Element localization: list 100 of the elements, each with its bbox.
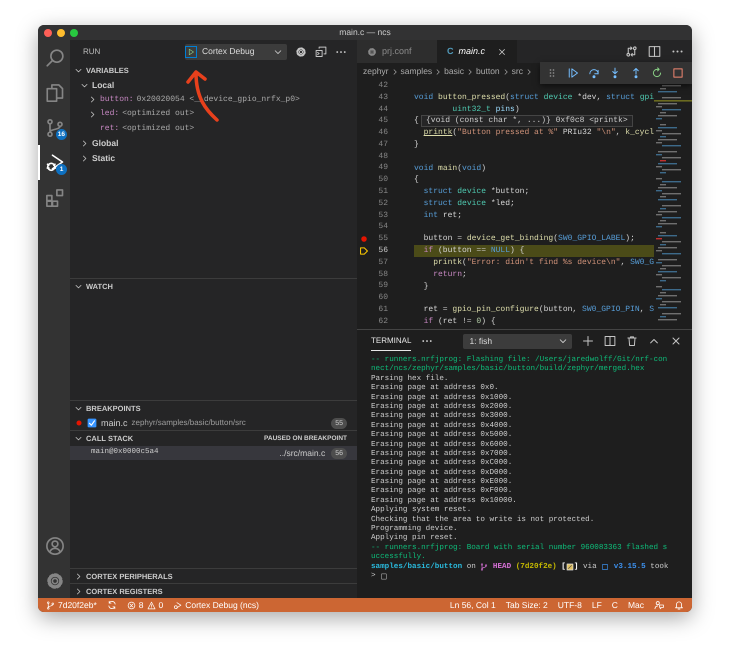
code-line: struct device *button;: [422, 186, 530, 198]
search-icon[interactable]: [45, 48, 65, 68]
line-number: 59: [377, 280, 388, 292]
branch-icon: [46, 600, 55, 610]
breakpoint-dot-icon[interactable]: [360, 235, 368, 244]
editor-tab[interactable]: C main.c: [437, 40, 517, 63]
zoom-button[interactable]: [70, 28, 78, 36]
chevron-right-icon[interactable]: [80, 154, 89, 163]
breadcrumb-item[interactable]: button: [476, 65, 500, 78]
code-line: void button_pressed(struct device *dev, struct gpi: [414, 92, 654, 104]
status-item[interactable]: Ln 56, Col 1: [450, 598, 496, 612]
code-line: }: [414, 138, 419, 151]
line-number: 50: [377, 174, 388, 186]
chevron-down-icon[interactable]: [74, 66, 83, 75]
line-number: 54: [377, 221, 388, 234]
terminal-select[interactable]: 1: fish: [463, 334, 572, 348]
checkbox[interactable]: [87, 418, 97, 428]
step-over-icon[interactable]: [588, 67, 600, 79]
bell-icon[interactable]: [674, 600, 684, 610]
code-line: button = device_get_binding(SW0_GPIO_LABEL);: [422, 233, 635, 246]
console-icon[interactable]: [315, 46, 327, 58]
debug-status[interactable]: Cortex Debug (ncs): [173, 598, 259, 612]
status-item[interactable]: C: [612, 598, 618, 612]
breadcrumb-item[interactable]: src: [512, 65, 523, 78]
account-icon[interactable]: [45, 536, 65, 556]
breadcrumb-item[interactable]: basic: [444, 65, 464, 78]
chevron-right-icon[interactable]: [88, 95, 97, 104]
settings-icon[interactable]: [295, 46, 307, 58]
chevron-down-icon[interactable]: [74, 404, 83, 413]
code-line: int ret;: [422, 210, 462, 222]
blocks-icon[interactable]: [45, 188, 65, 208]
compare-icon[interactable]: [625, 45, 638, 58]
play-icon: [185, 46, 197, 58]
chevron-right-icon: [502, 68, 510, 76]
code-line: printk("Button pressed at %" PRIu32 "\n", k_cycl: [422, 127, 654, 139]
trash-icon[interactable]: [626, 335, 638, 347]
chevron-down-icon[interactable]: [74, 282, 83, 291]
chevron-right-icon[interactable]: [74, 572, 83, 581]
warning-icon: [146, 600, 156, 610]
files-icon[interactable]: [45, 82, 65, 102]
play-bug-icon[interactable]: [45, 152, 65, 172]
chevron-right-icon[interactable]: [88, 110, 97, 119]
window-title: main.c — ncs: [338, 26, 392, 39]
chevron-right-icon[interactable]: [80, 139, 89, 148]
line-number: 60: [377, 292, 388, 304]
text-cursor: [380, 572, 387, 582]
branch-icon[interactable]: [45, 118, 65, 138]
launch-config-dropdown[interactable]: Cortex Debug: [185, 44, 287, 60]
settings-icon: [367, 46, 377, 56]
restart-icon[interactable]: [651, 67, 663, 79]
line-number: 53: [377, 210, 388, 222]
file-type-icon: C: [447, 44, 454, 58]
split-terminal-icon[interactable]: [604, 335, 616, 347]
panel-title: RUN: [83, 46, 100, 58]
breadcrumb-item[interactable]: zephyr: [363, 65, 389, 78]
code-line: return;: [432, 268, 467, 281]
panel-tab[interactable]: TERMINAL: [371, 332, 412, 350]
feedback-icon[interactable]: [654, 600, 664, 610]
status-item[interactable]: LF: [592, 598, 602, 612]
sync-icon[interactable]: [106, 600, 117, 610]
line-number: 46: [377, 127, 388, 140]
split-editor-icon[interactable]: [648, 45, 661, 58]
problems-status[interactable]: 8 0: [126, 598, 164, 612]
editor-tab[interactable]: prj.conf: [357, 40, 437, 63]
plus-icon[interactable]: [582, 335, 594, 347]
branch-icon: [480, 563, 488, 572]
line-number: 42: [377, 80, 388, 92]
close-icon[interactable]: [670, 335, 682, 347]
code-line: ret = gpio_pin_configure(button, SW0_GPIO_PIN, S: [422, 304, 654, 316]
file-path: zephyr/samples/basic/button/src: [132, 417, 246, 430]
chevron-right-icon: [434, 68, 442, 76]
status-item[interactable]: UTF-8: [558, 598, 582, 612]
scope-name[interactable]: Global: [92, 137, 118, 150]
variable-value: <optimized out>: [122, 123, 194, 136]
line-number: 51: [377, 186, 388, 198]
status-item[interactable]: Tab Size: 2: [506, 598, 548, 612]
chevron-down-icon[interactable]: [74, 434, 83, 443]
code-line: struct device *led;: [422, 198, 515, 210]
line-number: 45: [377, 115, 388, 128]
scope-name[interactable]: Static: [92, 152, 116, 165]
file-name: main.c: [101, 416, 128, 430]
code-line: {: [414, 115, 419, 128]
scope-name[interactable]: Local: [92, 78, 114, 92]
close-button[interactable]: [44, 28, 52, 36]
chevron-right-icon[interactable]: [74, 587, 83, 596]
minimize-button[interactable]: [57, 28, 65, 36]
step-out-icon[interactable]: [630, 67, 642, 79]
close-icon[interactable]: [497, 46, 507, 56]
breakpoint-dot-icon: [75, 419, 83, 428]
line-number: 43: [377, 92, 388, 104]
breadcrumb-item[interactable]: samples: [400, 65, 432, 78]
code-line: printk("Error: didn't find %s device\n", SW0_G: [432, 256, 654, 269]
code-line: if (ret != 0) {: [422, 316, 496, 328]
branch-status[interactable]: 7d20f2eb*: [46, 598, 97, 612]
status-item[interactable]: Mac: [628, 598, 644, 612]
continue-icon[interactable]: [567, 67, 579, 79]
line-number: 44: [377, 104, 388, 116]
chevron-right-icon: [466, 68, 474, 76]
stop-icon[interactable]: [672, 67, 684, 79]
current-line-arrow-icon: [358, 246, 368, 256]
